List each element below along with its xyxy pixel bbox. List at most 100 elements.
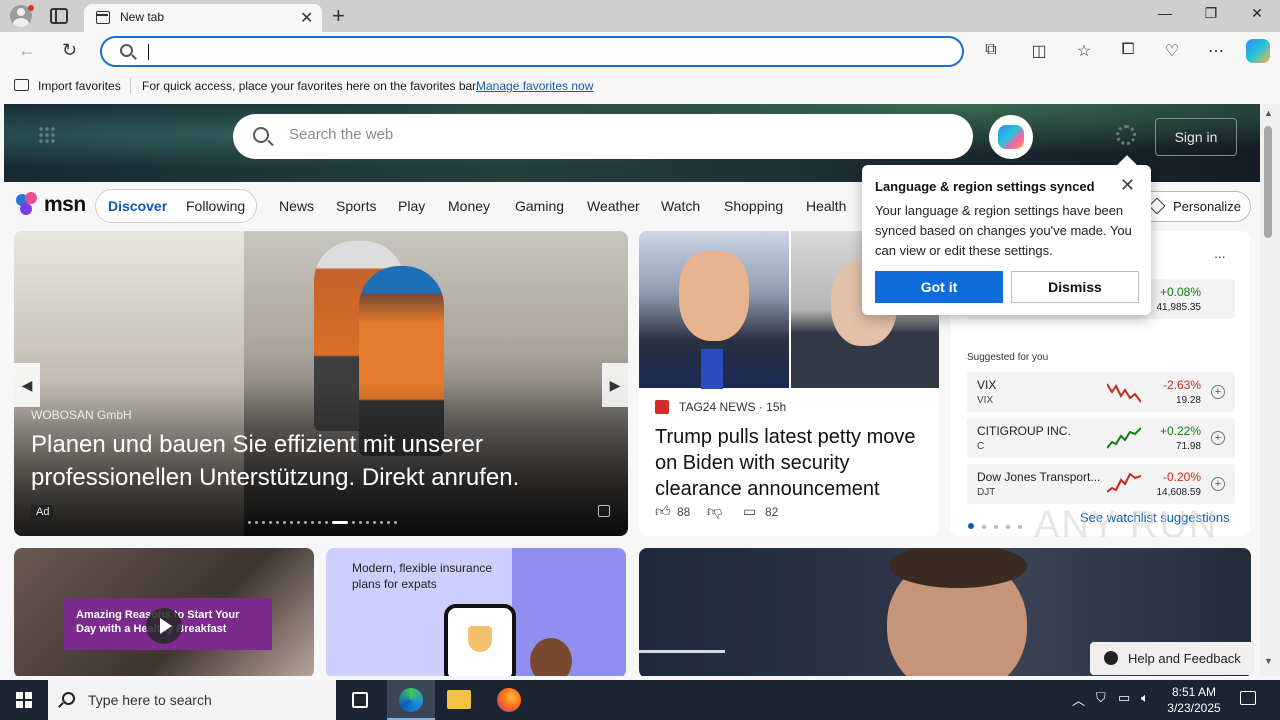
comment-icon[interactable]: ▭ [743,503,756,520]
insurance-ad-card[interactable]: Modern, flexible insurance plans for exp… [326,548,626,676]
new-tab-button[interactable]: + [332,3,345,29]
web-search-input[interactable] [289,126,889,143]
watchlist-row[interactable]: Dow Jones Transport... DJT -0.20% 14,608… [967,464,1235,504]
settings-more-icon[interactable]: ⋯ [1205,41,1227,61]
taskbar-file-explorer[interactable] [435,680,483,720]
dismiss-button[interactable]: Dismiss [1011,271,1139,303]
scroll-down-arrow-icon[interactable]: ▼ [1264,656,1273,666]
favorites-hint: For quick access, place your favorites h… [142,79,479,93]
stock-symbol: C [977,441,985,452]
scroll-up-arrow-icon[interactable]: ▲ [1264,108,1273,118]
tab-new-tab[interactable]: New tab ✕ [84,4,322,32]
taskbar-firefox[interactable] [485,680,533,720]
feed-switcher: Discover Following [95,189,257,223]
nav-health[interactable]: Health [806,198,846,214]
browser-essentials-icon[interactable]: ♡ [1161,41,1183,61]
nav-play[interactable]: Play [398,198,425,214]
got-it-button[interactable]: Got it [875,271,1003,303]
add-to-watchlist-button[interactable]: + [1211,431,1225,445]
thumbs-up-icon[interactable]: 👍︎ [655,503,671,521]
popup-body: Your language & region settings have bee… [875,203,1132,258]
nav-money[interactable]: Money [448,198,490,214]
person-illustration [530,638,572,676]
tab-title: New tab [120,10,165,24]
carousel-next-button[interactable]: ▶ [602,363,628,407]
carousel-prev-button[interactable]: ◀ [14,363,40,407]
page-scrollbar[interactable]: ▲ ▼ [1260,104,1280,676]
browser-toolbar: ← ↻ ⧉ ◫ ☆ ⧠ ♡ ⋯ [0,32,1280,72]
app-launcher-icon[interactable] [38,126,56,144]
sparkline-icon [1107,427,1141,449]
system-clock[interactable]: 8:51 AM 3/23/2025 [1154,684,1234,716]
import-favorites-button[interactable]: Import favorites [38,79,121,93]
manage-favorites-link[interactable]: Manage favorites now [476,79,593,93]
favorites-star-icon[interactable]: ☆ [1073,41,1095,61]
tab-discover[interactable]: Discover [108,198,167,214]
taskbar-search-placeholder: Type here to search [88,692,212,708]
watchlist-change: +0.08% [1159,285,1201,299]
sign-in-button[interactable]: Sign in [1155,118,1237,156]
close-window-button[interactable]: ✕ [1242,5,1272,22]
taskbar-search-box[interactable]: Type here to search [48,680,336,720]
split-screen-icon[interactable]: ◫ [1028,41,1050,61]
insurance-ad-text: Modern, flexible insurance plans for exp… [352,561,493,591]
task-view-icon[interactable] [352,692,368,708]
address-bar[interactable] [100,36,964,67]
carousel-dots[interactable] [248,514,401,525]
add-to-watchlist-button[interactable]: + [1211,385,1225,399]
close-tab-icon[interactable]: ✕ [300,8,313,28]
help-label: Help and Feedback [1128,651,1241,666]
msn-butterfly-icon [16,192,38,216]
copilot-icon[interactable] [1246,39,1270,63]
extensions-icon[interactable]: ⧉ [980,41,1002,59]
close-icon[interactable]: ✕ [1120,175,1135,196]
help-and-feedback-button[interactable]: Help and Feedback [1090,642,1254,675]
copilot-button[interactable] [989,115,1033,159]
refresh-icon[interactable]: ↻ [62,40,77,61]
watchlist-pager[interactable] [968,516,1030,534]
notifications-icon[interactable] [1240,691,1256,705]
watchlist-row[interactable]: VIX VIX -2.63% 19.28 + [967,372,1235,412]
watchlist-row[interactable]: CITIGROUP INC. C +0.22% 71.98 + [967,418,1235,458]
add-to-watchlist-button[interactable]: + [1211,477,1225,491]
back-arrow-icon[interactable]: ← [18,40,36,61]
video-card[interactable]: Amazing Reasons to Start Your Day with a… [14,548,314,676]
nav-gaming[interactable]: Gaming [515,198,564,214]
network-icon[interactable]: ▭ [1118,690,1130,706]
news-source: TAG24 NEWS · 15h [679,400,787,414]
nav-news[interactable]: News [279,198,314,214]
adchoices-icon[interactable] [598,505,610,517]
news-image-left [639,231,789,389]
minimize-button[interactable]: — [1150,5,1180,21]
tab-actions-icon[interactable] [50,8,68,24]
more-options-icon[interactable]: ... [1214,245,1226,261]
nav-watch[interactable]: Watch [661,198,700,214]
volume-icon[interactable]: 🔈︎ [1141,690,1149,706]
taskbar-edge[interactable] [387,680,435,720]
gear-icon[interactable] [1116,125,1136,145]
scrollbar-thumb[interactable] [1264,126,1272,238]
tab-following[interactable]: Following [186,198,245,214]
windows-start-icon[interactable] [16,692,32,708]
news-title[interactable]: Trump pulls latest petty move on Biden w… [655,424,929,502]
nav-weather[interactable]: Weather [587,198,640,214]
suggested-label: Suggested for you [967,352,1049,363]
nav-shopping[interactable]: Shopping [724,198,783,214]
restore-button[interactable]: ❐ [1196,5,1226,22]
news-image-face [679,251,749,341]
security-icon[interactable]: ⛉ [1096,690,1106,706]
favorites-bar: Import favorites For quick access, place… [0,72,1280,100]
chevron-up-icon[interactable]: ︿ [1072,690,1085,709]
ad-carousel[interactable]: ◀ ▶ WOBOSAN GmbH Planen und bauen Sie ef… [14,231,628,536]
play-icon[interactable] [146,608,182,644]
nav-sports[interactable]: Sports [336,198,376,214]
msn-logo[interactable]: msn [44,193,86,217]
popup-title: Language & region settings synced [875,179,1095,194]
settings-synced-popup: Language & region settings synced ✕ Your… [862,165,1151,315]
personalize-button[interactable]: Personalize [1134,191,1251,222]
carousel-title[interactable]: Planen und bauen Sie effizient mit unser… [31,428,591,494]
collections-icon[interactable]: ⧠ [1117,41,1139,59]
carousel-dot[interactable] [332,521,348,525]
web-search-box[interactable] [233,114,973,159]
thumbs-down-icon[interactable]: 👎︎ [707,503,722,521]
